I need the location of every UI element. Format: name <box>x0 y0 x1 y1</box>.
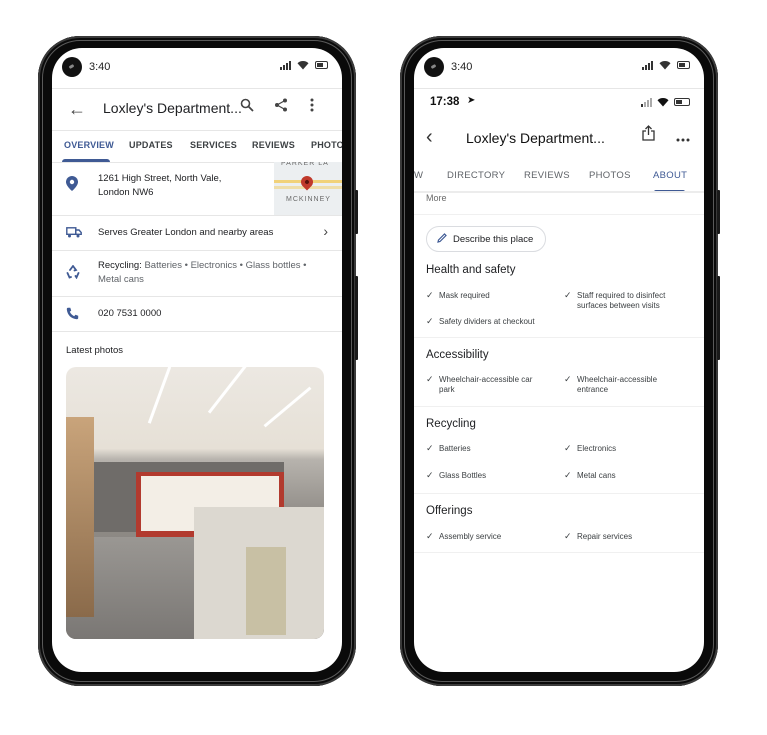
share-icon[interactable] <box>274 98 288 116</box>
right-screen: 3:40 17:38 ➤ ‹ Loxley's Department... W … <box>414 48 704 672</box>
map-label-top: PARKER LA <box>281 162 329 167</box>
chevron-right-icon: › <box>323 223 328 239</box>
list-item: ✓ Batteries <box>426 443 471 453</box>
list-item: ✓ Wheelchair-accessible car park <box>426 374 533 394</box>
ios-time: 17:38 <box>430 96 460 108</box>
status-time: 3:40 <box>451 61 473 73</box>
list-item: ✓ Metal cans <box>564 470 616 480</box>
back-chevron-icon[interactable]: ‹ <box>426 126 433 149</box>
battery-icon <box>315 61 328 69</box>
wifi-icon <box>297 61 309 70</box>
section-title-recycling: Recycling <box>426 418 476 430</box>
volume-button <box>717 276 720 360</box>
tab-directory[interactable]: DIRECTORY <box>447 170 505 181</box>
address-line-2: London NW6 <box>98 187 154 198</box>
tab-bar: W DIRECTORY REVIEWS PHOTOS ABOUT <box>414 164 704 194</box>
search-icon[interactable] <box>240 98 254 116</box>
tab-services[interactable]: SERVICES <box>190 140 237 150</box>
right-phone-frame: 3:40 17:38 ➤ ‹ Loxley's Department... W … <box>400 36 720 686</box>
wifi-icon <box>659 61 671 70</box>
more-link[interactable]: More <box>426 193 447 203</box>
status-bar: 3:40 <box>414 48 704 88</box>
battery-icon <box>677 61 690 69</box>
describe-this-place-button[interactable]: Describe this place <box>426 226 547 252</box>
list-item: ✓ Repair services <box>564 531 633 541</box>
service-area-row[interactable]: Serves Greater London and nearby areas › <box>52 216 342 250</box>
status-time: 3:40 <box>89 61 111 73</box>
side-button <box>717 190 720 234</box>
check-icon: ✓ <box>426 443 434 453</box>
service-area-text: Serves Greater London and nearby areas <box>98 227 274 238</box>
more-vert-icon[interactable] <box>310 98 314 116</box>
front-camera <box>424 57 444 77</box>
list-item: ✓ Mask required <box>426 290 490 300</box>
recycling-icon <box>66 265 80 282</box>
page-title: Loxley's Department... <box>103 100 242 116</box>
front-camera <box>62 57 82 77</box>
section-title-offerings: Offerings <box>426 505 473 517</box>
check-icon: ✓ <box>426 374 434 384</box>
check-icon: ✓ <box>426 470 434 480</box>
tab-overview-partial[interactable]: W <box>414 170 423 181</box>
back-arrow-icon[interactable]: ← <box>68 99 86 120</box>
left-screen: 3:40 ← Loxley's Department... OVERVIEW U… <box>52 48 342 672</box>
more-horiz-icon[interactable] <box>676 129 690 146</box>
app-bar: ← Loxley's Department... <box>52 89 342 129</box>
check-icon: ✓ <box>564 531 572 541</box>
list-item: ✓ Assembly service <box>426 531 502 541</box>
app-bar: ‹ Loxley's Department... <box>414 118 704 158</box>
check-icon: ✓ <box>426 316 434 326</box>
ios-battery-icon <box>674 98 690 106</box>
location-arrow-icon: ➤ <box>467 95 476 106</box>
check-icon: ✓ <box>426 531 434 541</box>
left-phone-frame: 3:40 ← Loxley's Department... OVERVIEW U… <box>38 36 358 686</box>
recycling-items-2: Metal cans <box>98 274 144 285</box>
tab-photos[interactable]: PHOTOS <box>311 140 342 150</box>
page-title: Loxley's Department... <box>466 130 605 146</box>
tab-updates[interactable]: UPDATES <box>129 140 173 150</box>
list-item: ✓ Glass Bottles <box>426 470 487 480</box>
check-icon: ✓ <box>564 470 572 480</box>
check-icon: ✓ <box>564 374 572 384</box>
phone-number: 020 7531 0000 <box>98 308 162 319</box>
tab-about[interactable]: ABOUT <box>653 170 687 181</box>
tab-overview[interactable]: OVERVIEW <box>64 140 114 150</box>
signal-icon <box>642 60 653 70</box>
volume-button <box>355 276 358 360</box>
check-icon: ✓ <box>564 290 572 300</box>
section-title-accessibility: Accessibility <box>426 349 489 361</box>
phone-row[interactable]: 020 7531 0000 <box>52 297 342 331</box>
tab-reviews[interactable]: REVIEWS <box>524 170 570 181</box>
check-icon: ✓ <box>426 290 434 300</box>
recycling-items-1: Batteries • Electronics • Glass bottles … <box>144 260 307 271</box>
store-interior-photo[interactable] <box>66 367 324 639</box>
ios-wifi-icon <box>657 98 669 107</box>
list-item: ✓ Electronics <box>564 443 617 453</box>
list-item: ✓ Staff required to disinfect surfaces be… <box>564 290 666 310</box>
map-thumbnail[interactable]: PARKER LA MCKINNEY <box>274 162 342 215</box>
latest-photos-heading: Latest photos <box>66 345 124 356</box>
describe-label: Describe this place <box>453 233 534 245</box>
list-item: ✓ Wheelchair-accessible entrance <box>564 374 658 394</box>
phone-icon <box>66 307 79 323</box>
status-bar: 3:40 <box>52 48 342 88</box>
tab-reviews[interactable]: REVIEWS <box>252 140 295 150</box>
tab-bar: OVERVIEW UPDATES SERVICES REVIEWS PHOTOS <box>52 132 342 162</box>
check-icon: ✓ <box>564 443 572 453</box>
ios-status-bar: 17:38 ➤ <box>414 90 704 114</box>
signal-icon <box>280 60 291 70</box>
pencil-icon <box>437 232 447 246</box>
ios-signal-icon <box>641 97 652 107</box>
recycling-row: Recycling: Batteries • Electronics • Gla… <box>52 251 342 296</box>
recycling-label: Recycling: <box>98 260 142 271</box>
share-icon[interactable] <box>642 125 655 145</box>
tab-photos[interactable]: PHOTOS <box>589 170 631 181</box>
side-button <box>355 190 358 234</box>
map-label-bottom: MCKINNEY <box>286 196 331 203</box>
address-line-1: 1261 High Street, North Vale, <box>98 173 222 184</box>
list-item: ✓ Safety dividers at checkout <box>426 316 535 326</box>
location-pin-icon <box>66 176 78 194</box>
section-title-health: Health and safety <box>426 264 516 276</box>
delivery-truck-icon <box>66 226 82 241</box>
